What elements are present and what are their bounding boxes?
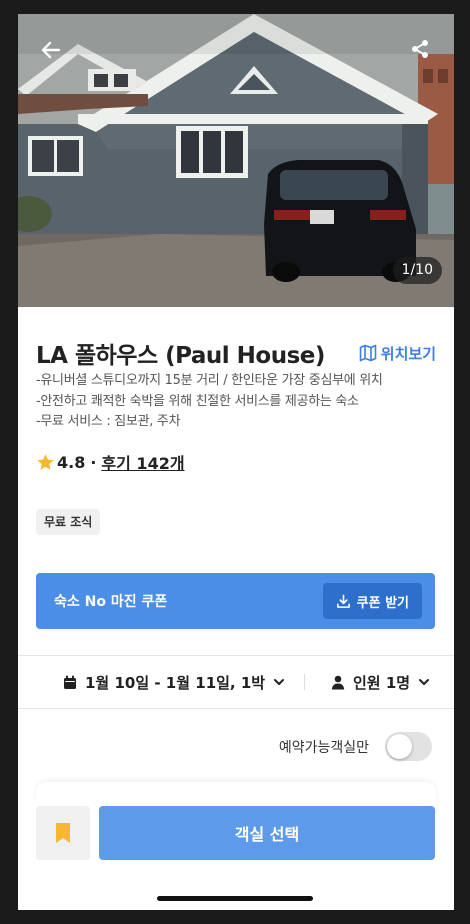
- share-button[interactable]: [410, 39, 438, 67]
- back-button[interactable]: [40, 39, 68, 67]
- available-only-label: 예약가능객실만: [278, 739, 369, 756]
- select-room-button[interactable]: 객실 선택: [99, 806, 435, 860]
- chevron-down-icon: [274, 679, 285, 685]
- share-icon: [412, 40, 428, 58]
- get-coupon-label: 쿠폰 받기: [356, 595, 409, 611]
- listing-description: -유니버셜 스튜디오까지 15분 거리 / 한인타운 가장 중심부에 위치 -안…: [36, 371, 383, 433]
- description-line: -안전하고 쾌적한 숙박을 위해 친절한 서비스를 제공하는 숙소: [36, 393, 359, 409]
- available-only-row: 예약가능객실만: [279, 732, 432, 761]
- reviews-link[interactable]: 후기 142개: [101, 450, 184, 474]
- coupon-banner: 숙소 No 마진 쿠폰 쿠폰 받기: [36, 573, 435, 629]
- guest-count-label: 인원 1명: [353, 673, 411, 692]
- guest-selector[interactable]: 인원 1명: [331, 672, 430, 693]
- view-location-label: 위치보기: [380, 344, 436, 363]
- title-row: LA 폴하우스 (Paul House) 위치보기: [36, 336, 436, 370]
- section-divider: [18, 708, 454, 709]
- rating-value: 4.8: [57, 452, 86, 472]
- bookmark-icon: [56, 823, 70, 843]
- rating-row: 4.8 · 후기 142개: [36, 450, 185, 474]
- view-location-link[interactable]: 위치보기: [359, 343, 436, 364]
- description-line: -무료 서비스 : 짐보관, 주차: [36, 414, 181, 429]
- filter-separator: [304, 674, 305, 690]
- person-icon: [331, 675, 345, 689]
- description-line: -유니버셜 스튜디오까지 15분 거리 / 한인타운 가장 중심부에 위치: [36, 373, 383, 388]
- bottom-action-bar: 객실 선택: [18, 800, 454, 910]
- rating-separator: ·: [90, 452, 97, 472]
- toggle-knob: [387, 734, 412, 759]
- get-coupon-button[interactable]: 쿠폰 받기: [322, 583, 422, 619]
- listing-photo[interactable]: 1/10: [18, 14, 454, 307]
- photo-counter: 1/10: [392, 257, 442, 284]
- arrow-left-icon: [41, 41, 61, 59]
- home-indicator: [157, 896, 313, 901]
- chevron-down-icon: [419, 679, 430, 685]
- map-icon: [359, 344, 377, 362]
- star-icon: [37, 453, 54, 470]
- booking-filter-row: 1월 10일 - 1월 11일, 1박 인원 1명: [18, 656, 454, 708]
- phone-screen: 1/10 LA 폴하우스 (Paul House) 위치보기 -유니버셜 스튜디…: [18, 14, 454, 910]
- listing-title: LA 폴하우스 (Paul House): [36, 343, 325, 369]
- coupon-title: 숙소 No 마진 쿠폰: [54, 594, 168, 610]
- bookmark-button[interactable]: [36, 806, 90, 860]
- date-range-label: 1월 10일 - 1월 11일, 1박: [85, 673, 266, 692]
- house-photo-illustration: [18, 14, 454, 307]
- download-icon: [336, 594, 350, 608]
- date-selector[interactable]: 1월 10일 - 1월 11일, 1박: [63, 672, 285, 693]
- amenity-chip: 무료 조식: [36, 509, 101, 535]
- available-only-toggle[interactable]: [385, 732, 432, 761]
- calendar-icon: [64, 675, 76, 689]
